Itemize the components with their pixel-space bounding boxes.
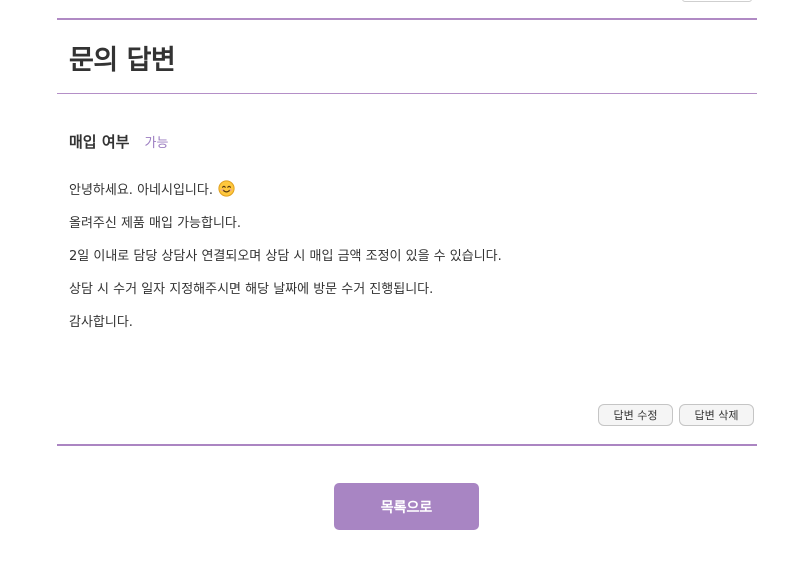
page-title: 문의 답변 xyxy=(69,45,176,76)
answer-line: 2일 이내로 담당 상담사 연결되오며 상담 시 매입 금액 조정이 있을 수 … xyxy=(69,249,502,264)
back-to-list-button[interactable]: 목록으로 xyxy=(334,483,479,530)
answer-body: 안녕하세요. 아네시입니다. 올려주신 제품 매입 가능합니다. 2일 이내로 … xyxy=(69,180,502,345)
purchase-status-row: 매입 여부 가능 xyxy=(69,131,168,153)
answer-line: 안녕하세요. 아네시입니다. xyxy=(69,180,502,213)
answer-line: 상담 시 수거 일자 지정해주시면 해당 날짜에 방문 수거 진행됩니다. xyxy=(69,282,434,297)
purchase-status-value: 가능 xyxy=(144,136,169,151)
bottom-divider xyxy=(57,444,757,446)
answer-line: 올려주신 제품 매입 가능합니다. xyxy=(69,216,242,231)
edit-answer-button[interactable]: 답변 수정 xyxy=(598,404,673,426)
title-divider xyxy=(57,93,757,94)
top-button-edge[interactable] xyxy=(682,0,752,2)
purchase-status-label: 매입 여부 xyxy=(69,133,130,151)
delete-answer-button[interactable]: 답변 삭제 xyxy=(679,404,754,426)
answer-line: 감사합니다. xyxy=(69,315,133,330)
top-divider xyxy=(57,18,757,20)
answer-line-text: 안녕하세요. 아네시입니다. xyxy=(69,183,213,198)
smiley-icon xyxy=(218,180,235,205)
